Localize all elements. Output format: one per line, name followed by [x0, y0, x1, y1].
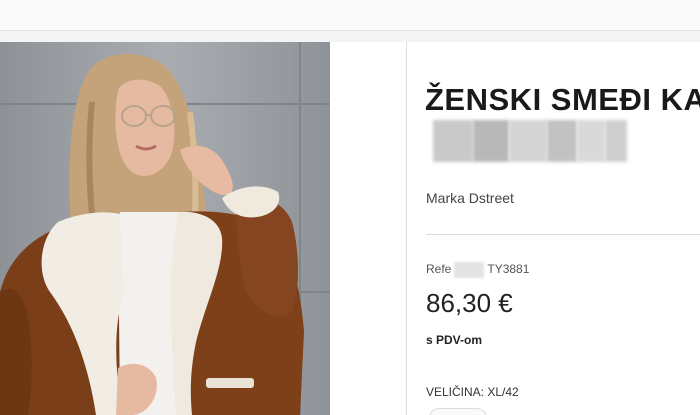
- size-label: VELIČINA: XL/42: [426, 385, 519, 399]
- product-info-panel: ŽENSKI SMEĐI KAPU Marka Dstreet Refe TY38…: [406, 42, 700, 415]
- brand-label: Marka Dstreet: [426, 190, 514, 206]
- reference-code: TY3881: [487, 262, 530, 277]
- product-image[interactable]: [0, 42, 330, 415]
- product-price: 86,30 €: [426, 288, 513, 318]
- reference-row: Refe TY3881: [426, 262, 529, 278]
- vat-note: s PDV-om: [426, 333, 483, 347]
- image-gap: [330, 42, 406, 415]
- top-bar: [0, 0, 700, 31]
- product-photo: [0, 42, 330, 415]
- reference-prefix: Refe: [426, 262, 452, 277]
- reference-redaction: [454, 262, 485, 278]
- size-option-chip[interactable]: [429, 408, 487, 415]
- blurred-subtitle: [433, 120, 627, 162]
- divider: [426, 234, 700, 235]
- product-title: ŽENSKI SMEĐI KAPU: [425, 82, 700, 117]
